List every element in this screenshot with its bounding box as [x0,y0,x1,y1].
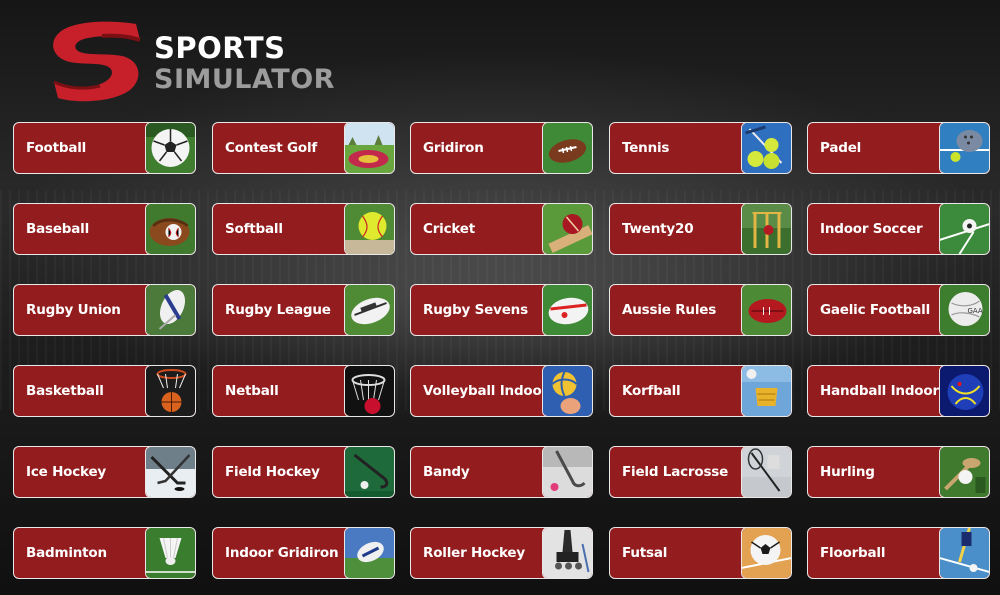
cricket-ball-icon [542,204,592,254]
sport-tile-field-hockey[interactable]: Field Hockey [212,446,395,498]
rugby-league-ball-icon [344,285,394,335]
sport-tile-label: Rugby Sevens [423,302,528,318]
sport-tile-volleyball-indoor[interactable]: Volleyball Indoor [410,365,593,417]
sport-tile-contest-golf[interactable]: Contest Golf [212,122,395,174]
sport-tile-rugby-union[interactable]: Rugby Union [13,284,196,336]
aussie-rules-ball-icon [741,285,791,335]
indoor-soccer-icon [939,204,989,254]
padel-icon [939,123,989,173]
sport-tile-label: Roller Hockey [423,545,525,561]
sport-tile-label: Korfball [622,383,681,399]
floorball-icon [939,528,989,578]
sport-tile-korfball[interactable]: Korfball [609,365,792,417]
sport-tile-floorball[interactable]: Floorball [807,527,990,579]
sport-tile-label: Handball Indoor [820,383,939,399]
sport-tile-label: Contest Golf [225,140,318,156]
netball-hoop-icon [344,366,394,416]
sport-tile-label: Softball [225,221,283,237]
sport-tile-label: Futsal [622,545,668,561]
sport-tile-label: Netball [225,383,279,399]
sport-tile-label: Indoor Soccer [820,221,923,237]
sport-tile-label: Rugby Union [26,302,121,318]
sport-tile-label: Twenty20 [622,221,694,237]
sport-tile-label: Aussie Rules [622,302,717,318]
roller-hockey-icon [542,528,592,578]
sport-tile-label: Gaelic Football [820,302,931,318]
sport-tile-label: Ice Hockey [26,464,107,480]
ice-hockey-stick-icon [145,447,195,497]
shuttlecock-icon [145,528,195,578]
tennis-balls-icon [741,123,791,173]
sport-tile-handball-indoor[interactable]: Handball Indoor [807,365,990,417]
sport-tile-label: Cricket [423,221,476,237]
logo-word-simulator: SIMULATOR [154,64,335,95]
gaelic-ball-icon: GAA [939,285,989,335]
handball-icon [939,366,989,416]
sport-tile-label: Rugby League [225,302,331,318]
basketball-hoop-icon [145,366,195,416]
sport-tile-indoor-soccer[interactable]: Indoor Soccer [807,203,990,255]
sport-tile-label: Baseball [26,221,90,237]
golf-green-icon [344,123,394,173]
logo-word-sports: SPORTS [154,31,286,65]
hurling-icon [939,447,989,497]
sport-tile-roller-hockey[interactable]: Roller Hockey [410,527,593,579]
sport-tile-label: Padel [820,140,862,156]
sport-tile-aussie-rules[interactable]: Aussie Rules [609,284,792,336]
bandy-stick-icon [542,447,592,497]
sport-tile-badminton[interactable]: Badminton [13,527,196,579]
volleyball-icon [542,366,592,416]
sport-tile-label: Gridiron [423,140,484,156]
sport-tile-padel[interactable]: Padel [807,122,990,174]
sport-tile-label: Field Lacrosse [622,464,729,480]
sport-tile-label: Basketball [26,383,104,399]
sport-tile-tennis[interactable]: Tennis [609,122,792,174]
sport-tile-field-lacrosse[interactable]: Field Lacrosse [609,446,792,498]
sport-tile-label: Tennis [622,140,670,156]
rugby-ball-icon [145,285,195,335]
field-hockey-stick-icon [344,447,394,497]
logo-s-icon [53,21,141,102]
sport-tile-softball[interactable]: Softball [212,203,395,255]
sport-tile-label: Badminton [26,545,107,561]
rugby-sevens-ball-icon [542,285,592,335]
lacrosse-icon [741,447,791,497]
sport-tile-gridiron[interactable]: Gridiron [410,122,593,174]
sport-tile-label: Indoor Gridiron [225,545,339,561]
korfball-basket-icon [741,366,791,416]
soccer-ball-icon [145,123,195,173]
baseball-glove-icon [145,204,195,254]
sport-tile-netball[interactable]: Netball [212,365,395,417]
sport-tile-label: Football [26,140,87,156]
sport-tile-label: Volleyball Indoor [423,383,549,399]
sport-tile-futsal[interactable]: Futsal [609,527,792,579]
sport-tile-cricket[interactable]: Cricket [410,203,593,255]
american-football-icon [542,123,592,173]
sport-tile-football[interactable]: Football [13,122,196,174]
sport-tile-rugby-sevens[interactable]: Rugby Sevens [410,284,593,336]
svg-text:GAA: GAA [968,307,983,315]
sport-tile-hurling[interactable]: Hurling [807,446,990,498]
sports-simulator-logo[interactable]: SPORTS SIMULATOR [44,18,334,104]
sport-tile-baseball[interactable]: Baseball [13,203,196,255]
sport-tile-indoor-gridiron[interactable]: Indoor Gridiron [212,527,395,579]
sport-tile-basketball[interactable]: Basketball [13,365,196,417]
sport-tile-label: Bandy [423,464,470,480]
sport-tile-rugby-league[interactable]: Rugby League [212,284,395,336]
sport-tile-bandy[interactable]: Bandy [410,446,593,498]
sport-tile-label: Hurling [820,464,875,480]
sport-tile-gaelic-football[interactable]: Gaelic Football GAA [807,284,990,336]
softball-icon [344,204,394,254]
cricket-stumps-icon [741,204,791,254]
indoor-gridiron-icon [344,528,394,578]
sport-tile-label: Floorball [820,545,886,561]
sport-tile-twenty20[interactable]: Twenty20 [609,203,792,255]
futsal-ball-icon [741,528,791,578]
sport-tile-label: Field Hockey [225,464,320,480]
sport-tile-ice-hockey[interactable]: Ice Hockey [13,446,196,498]
